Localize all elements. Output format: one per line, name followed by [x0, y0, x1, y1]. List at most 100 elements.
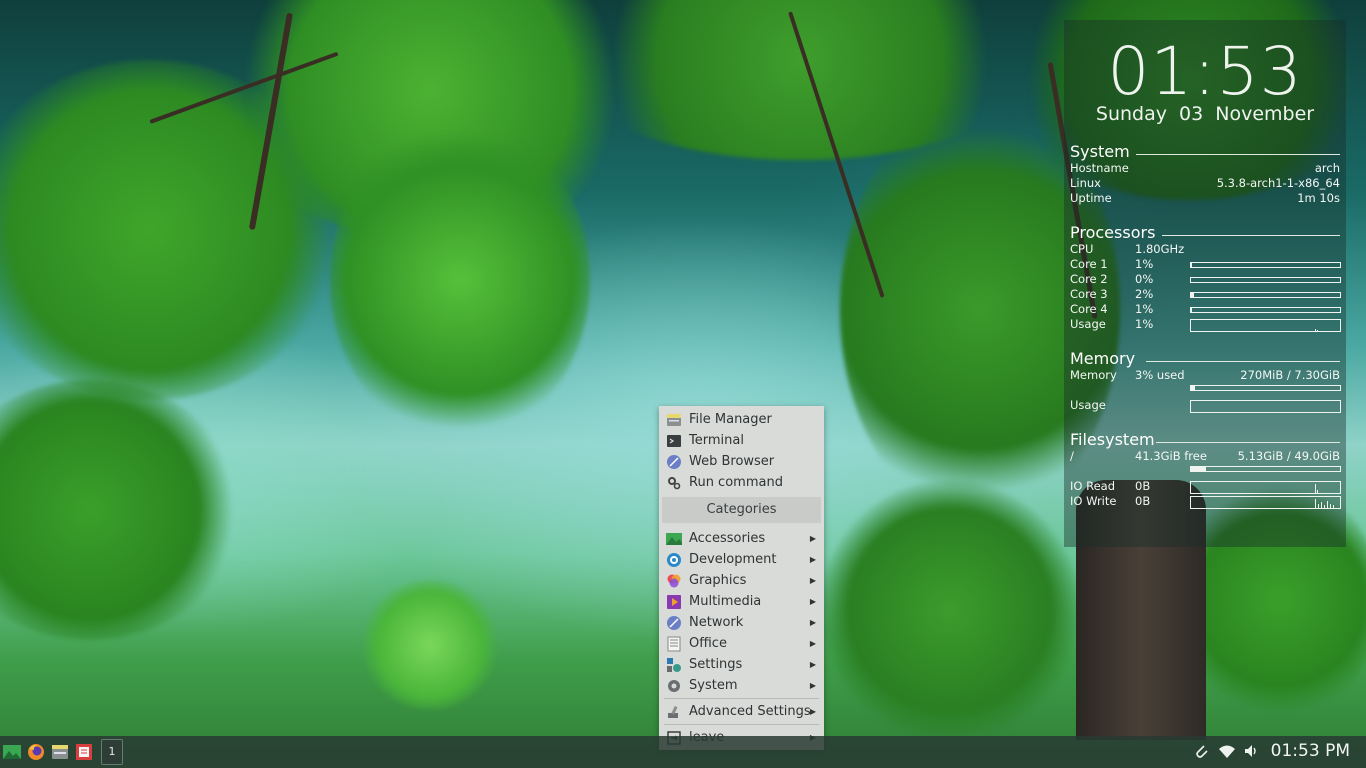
graph-spike — [1318, 504, 1319, 508]
core-usage-fill — [1191, 293, 1194, 297]
volume-icon[interactable] — [1243, 742, 1261, 764]
menu-item-web-browser[interactable]: Web Browser — [659, 451, 824, 472]
submenu-arrow-icon: ▶ — [809, 681, 816, 690]
kernel-value: 5.3.8-arch1-1-x86_64 — [1216, 176, 1340, 190]
cpu-usage-row: Usage 1% — [1070, 317, 1341, 332]
menu-item-label: System — [689, 678, 738, 693]
menu-item-advanced-settings[interactable]: Advanced Settings ▶ — [659, 701, 824, 722]
menu-item-label: Accessories — [689, 531, 766, 546]
core-value: 0% — [1135, 272, 1154, 286]
menu-item-label: Graphics — [689, 573, 747, 588]
hostname-row: Hostname arch — [1070, 161, 1340, 176]
menu-category-development[interactable]: Development ▶ — [659, 549, 824, 570]
menu-item-label: Development — [689, 552, 777, 567]
submenu-arrow-icon: ▶ — [809, 618, 816, 627]
menu-item-label: Terminal — [689, 433, 744, 448]
core-value: 1% — [1135, 257, 1154, 271]
menu-separator — [664, 698, 819, 699]
core-value: 2% — [1135, 287, 1154, 301]
clipboard-icon[interactable] — [1192, 742, 1210, 764]
kernel-row: Linux 5.3.8-arch1-1-x86_64 — [1070, 176, 1340, 191]
file-manager-icon[interactable] — [51, 743, 69, 761]
memory-usage-fill — [1191, 386, 1196, 390]
firefox-icon[interactable] — [27, 743, 45, 761]
divider — [1146, 361, 1340, 362]
io-read-row: IO Read 0B — [1070, 479, 1341, 494]
core-usage-bar — [1190, 277, 1341, 283]
menu-category-office[interactable]: Office ▶ — [659, 633, 824, 654]
cpu-usage-graph — [1190, 319, 1341, 332]
divider — [1162, 235, 1340, 236]
core-row: Core 1 1% — [1070, 257, 1341, 272]
submenu-arrow-icon: ▶ — [809, 639, 816, 648]
menu-item-label: Network — [689, 615, 744, 630]
graph-spike — [1333, 505, 1334, 508]
cpu-row: CPU 1.80GHz — [1070, 242, 1340, 257]
submenu-arrow-icon: ▶ — [809, 660, 816, 669]
submenu-arrow-icon: ▶ — [809, 707, 816, 716]
submenu-arrow-icon: ▶ — [809, 597, 816, 606]
multimedia-icon — [666, 594, 682, 610]
menu-category-settings[interactable]: Settings ▶ — [659, 654, 824, 675]
core-row: Core 3 2% — [1070, 287, 1341, 302]
menu-category-network[interactable]: Network ▶ — [659, 612, 824, 633]
menu-category-system[interactable]: System ▶ — [659, 675, 824, 696]
taskbar — [0, 736, 1366, 768]
menu-item-run-command[interactable]: Run command — [659, 472, 824, 493]
terminal-icon — [666, 433, 682, 449]
io-read-label: IO Read — [1070, 479, 1115, 493]
taskbar-clock[interactable]: 01:53 PM — [1271, 741, 1350, 761]
graph-spike — [1324, 505, 1325, 508]
graph-spike — [1317, 330, 1318, 331]
core-usage-fill — [1191, 308, 1193, 312]
system-monitor-widget: 01:53 Sunday 03 November System Hostname… — [1064, 20, 1346, 547]
core-label: Core 4 — [1070, 302, 1108, 316]
graphics-icon — [666, 573, 682, 589]
menu-item-terminal[interactable]: Terminal — [659, 430, 824, 451]
menu-item-label: Office — [689, 636, 727, 651]
menu-item-file-manager[interactable]: File Manager — [659, 409, 824, 430]
kernel-label: Linux — [1070, 176, 1101, 190]
filesystem-section-title: Filesystem — [1070, 430, 1155, 449]
file-manager-icon — [666, 412, 682, 428]
core-usage-bar — [1190, 292, 1341, 298]
submenu-arrow-icon: ▶ — [809, 534, 816, 543]
cpu-usage-value: 1% — [1135, 317, 1154, 331]
io-write-row: IO Write 0B — [1070, 494, 1341, 509]
io-write-graph — [1190, 496, 1341, 509]
menu-category-accessories[interactable]: Accessories ▶ — [659, 528, 824, 549]
development-icon — [666, 552, 682, 568]
memory-usage-label: Usage — [1070, 398, 1106, 412]
core-usage-fill — [1191, 263, 1193, 267]
text-editor-icon[interactable] — [75, 743, 93, 761]
uptime-row: Uptime 1m 10s — [1070, 191, 1340, 206]
graph-spike — [1321, 502, 1322, 508]
network-icon — [666, 615, 682, 631]
conky-clock: 01:53 — [1107, 33, 1303, 110]
hostname-value: arch — [1314, 161, 1340, 175]
core-row: Core 4 1% — [1070, 302, 1341, 317]
settings-icon — [666, 657, 682, 673]
filesystem-usage-bar — [1190, 466, 1341, 472]
memory-usage-graph — [1190, 400, 1341, 413]
menu-category-multimedia[interactable]: Multimedia ▶ — [659, 591, 824, 612]
conky-date: Sunday 03 November — [1095, 103, 1315, 125]
menu-separator — [664, 724, 819, 725]
wifi-icon[interactable] — [1218, 742, 1236, 764]
menu-item-label: Run command — [689, 475, 783, 490]
memory-section-title: Memory — [1070, 349, 1136, 368]
run-command-icon — [666, 475, 682, 491]
io-read-value: 0B — [1135, 479, 1151, 493]
workspace-button[interactable]: 1 — [101, 739, 123, 765]
application-menu: File Manager Terminal Web Browser Run co… — [659, 406, 824, 750]
graph-spike — [1315, 499, 1316, 508]
divider — [1136, 154, 1340, 155]
cpu-usage-label: Usage — [1070, 317, 1106, 331]
memory-usage-bar — [1190, 385, 1341, 391]
uptime-value: 1m 10s — [1297, 191, 1340, 205]
menu-category-graphics[interactable]: Graphics ▶ — [659, 570, 824, 591]
graph-spike — [1317, 490, 1318, 493]
menu-icon[interactable] — [3, 743, 21, 761]
graph-spike — [1327, 501, 1328, 508]
io-write-value: 0B — [1135, 494, 1151, 508]
